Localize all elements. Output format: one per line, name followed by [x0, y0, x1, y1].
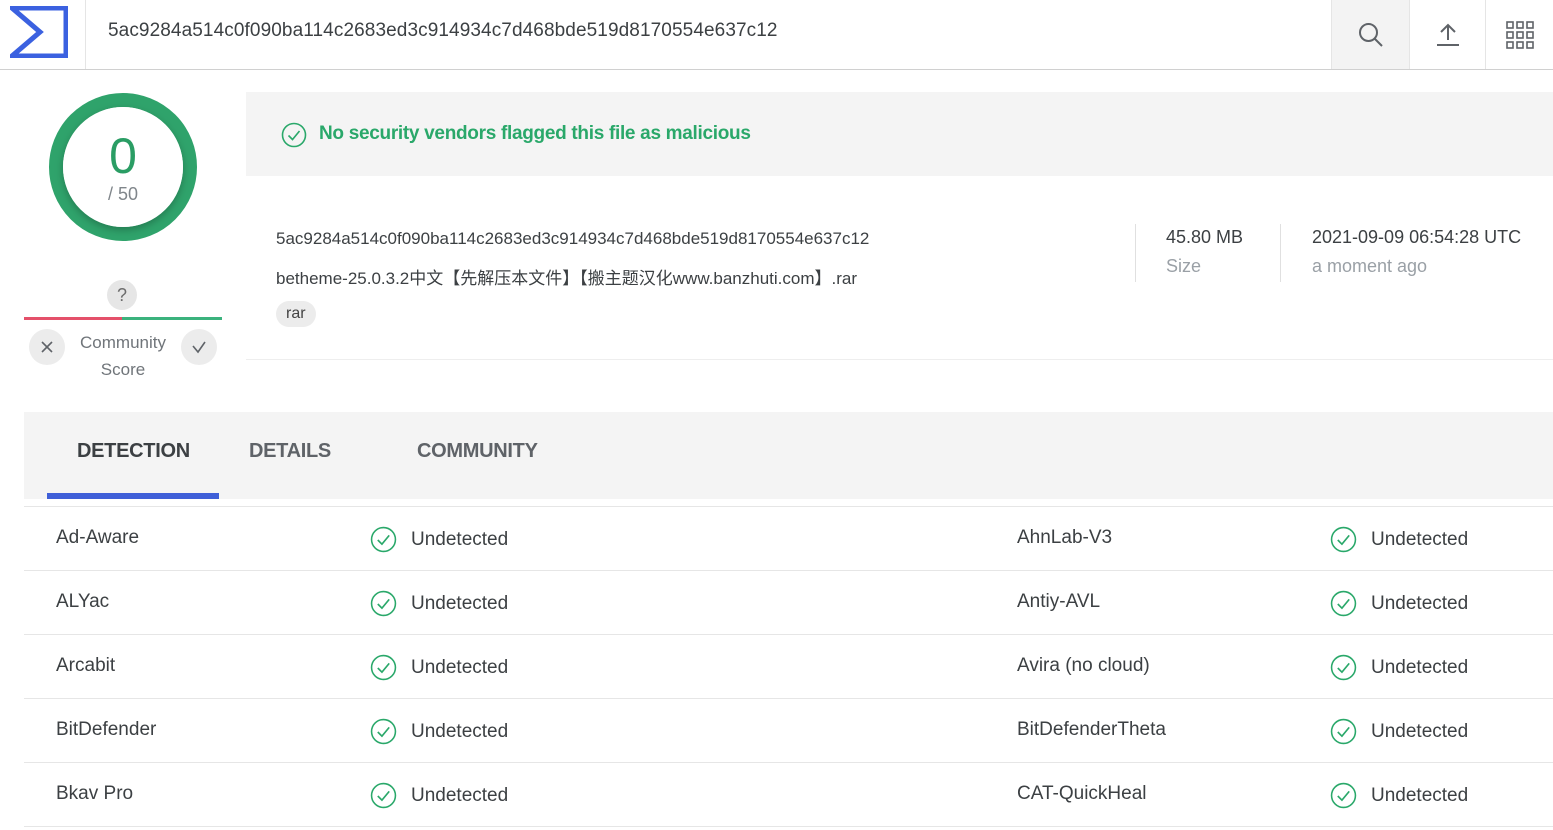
table-row: Bkav Pro Undetected CAT-QuickHeal Undete… [24, 763, 1553, 827]
table-row: Arcabit Undetected Avira (no cloud) Unde… [24, 635, 1553, 699]
upload-button[interactable] [1409, 0, 1486, 69]
check-circle-icon [370, 526, 397, 553]
vote-malicious-button[interactable] [29, 329, 65, 365]
upload-icon [1437, 23, 1459, 46]
analysis-date-relative: a moment ago [1312, 256, 1428, 276]
check-circle-icon [370, 654, 397, 681]
virustotal-logo[interactable] [0, 0, 86, 69]
check-icon [192, 341, 206, 354]
vendor-name: Ad-Aware [56, 527, 140, 548]
vendor-name: AhnLab-V3 [1017, 527, 1113, 548]
vendor-result: Undetected [370, 782, 508, 809]
sigma-logo-icon [10, 6, 68, 58]
file-name: betheme-25.0.3.2中文【先解压本文件】【搬主题汉化www.banz… [276, 269, 857, 288]
verdict-banner: No security vendors flagged this file as… [246, 92, 1553, 176]
divider [1280, 224, 1281, 282]
table-row: Ad-Aware Undetected AhnLab-V3 Undetected [24, 507, 1553, 571]
tab-details[interactable]: DETAILS [249, 440, 331, 463]
engine-total: / 50 [107, 184, 139, 204]
check-circle-icon [370, 590, 397, 617]
check-circle-icon [1330, 590, 1357, 617]
apps-grid-icon [1506, 20, 1534, 49]
check-circle-icon [1330, 782, 1357, 809]
vendor-name: Bkav Pro [56, 783, 134, 804]
search-icon [1358, 22, 1383, 47]
file-type-tag[interactable]: rar [276, 301, 316, 327]
result-label: Undetected [1371, 656, 1469, 678]
tab-community[interactable]: COMMUNITY [417, 440, 538, 463]
vendor-name: CAT-QuickHeal [1017, 783, 1147, 804]
table-row: ALYac Undetected Antiy-AVL Undetected [24, 571, 1553, 635]
tab-bar: DETECTION DETAILS COMMUNITY [24, 412, 1553, 499]
vendor-name: Avira (no cloud) [1017, 655, 1150, 676]
community-score-label: Community Score [80, 333, 166, 379]
detections-table: Ad-Aware Undetected AhnLab-V3 Undetected… [24, 506, 1553, 827]
result-label: Undetected [1371, 528, 1469, 550]
vendor-result: Undetected [370, 718, 508, 745]
analysis-date-value: 2021-09-09 06:54:28 UTC [1312, 227, 1522, 247]
vendor-result: Undetected [370, 654, 508, 681]
file-size-value: 45.80 MB [1166, 227, 1244, 247]
active-tab-indicator [47, 493, 219, 499]
check-circle-icon [1330, 718, 1357, 745]
vendor-name: Antiy-AVL [1017, 591, 1101, 612]
check-circle-icon [281, 122, 307, 148]
verdict-text: No security vendors flagged this file as… [319, 123, 751, 144]
result-label: Undetected [1371, 784, 1469, 806]
vendor-name: BitDefender [56, 719, 157, 740]
vendor-result: Undetected [370, 590, 508, 617]
result-label: Undetected [1371, 720, 1469, 742]
top-bar: 5ac9284a514c0f090ba114c2683ed3c914934c7d… [0, 0, 1553, 70]
vendor-name: ALYac [56, 591, 110, 612]
vendor-result: Undetected [1330, 718, 1468, 745]
result-label: Undetected [411, 528, 509, 550]
check-circle-icon [370, 718, 397, 745]
vote-harmless-button[interactable] [181, 329, 217, 365]
vendor-result: Undetected [1330, 782, 1468, 809]
result-label: Undetected [411, 720, 509, 742]
result-label: Undetected [411, 784, 509, 806]
check-circle-icon [1330, 526, 1357, 553]
close-icon [41, 341, 53, 353]
community-unknown-badge: ? [107, 280, 137, 310]
apps-menu-button[interactable] [1485, 0, 1553, 69]
result-label: Undetected [411, 656, 509, 678]
result-label: Undetected [411, 592, 509, 614]
file-info-panel: 5ac9284a514c0f090ba114c2683ed3c914934c7d… [246, 176, 1553, 360]
detection-count: 0 [109, 128, 137, 184]
check-circle-icon [370, 782, 397, 809]
vendor-name: BitDefenderTheta [1017, 719, 1166, 740]
detection-score: 0 / 50 [48, 92, 198, 242]
community-negative-bar [24, 317, 122, 320]
divider [1135, 224, 1136, 282]
vendor-result: Undetected [1330, 526, 1468, 553]
search-input[interactable]: 5ac9284a514c0f090ba114c2683ed3c914934c7d… [108, 20, 778, 42]
community-positive-bar [122, 317, 222, 320]
check-circle-icon [1330, 654, 1357, 681]
tab-detection[interactable]: DETECTION [77, 440, 190, 463]
file-size-label: Size [1166, 256, 1202, 276]
file-hash[interactable]: 5ac9284a514c0f090ba114c2683ed3c914934c7d… [276, 229, 869, 249]
table-row: BitDefender Undetected BitDefenderTheta … [24, 699, 1553, 763]
result-label: Undetected [1371, 592, 1469, 614]
search-button[interactable] [1331, 0, 1409, 69]
vendor-result: Undetected [370, 526, 508, 553]
vendor-name: Arcabit [56, 655, 116, 676]
vendor-result: Undetected [1330, 590, 1468, 617]
vendor-result: Undetected [1330, 654, 1468, 681]
